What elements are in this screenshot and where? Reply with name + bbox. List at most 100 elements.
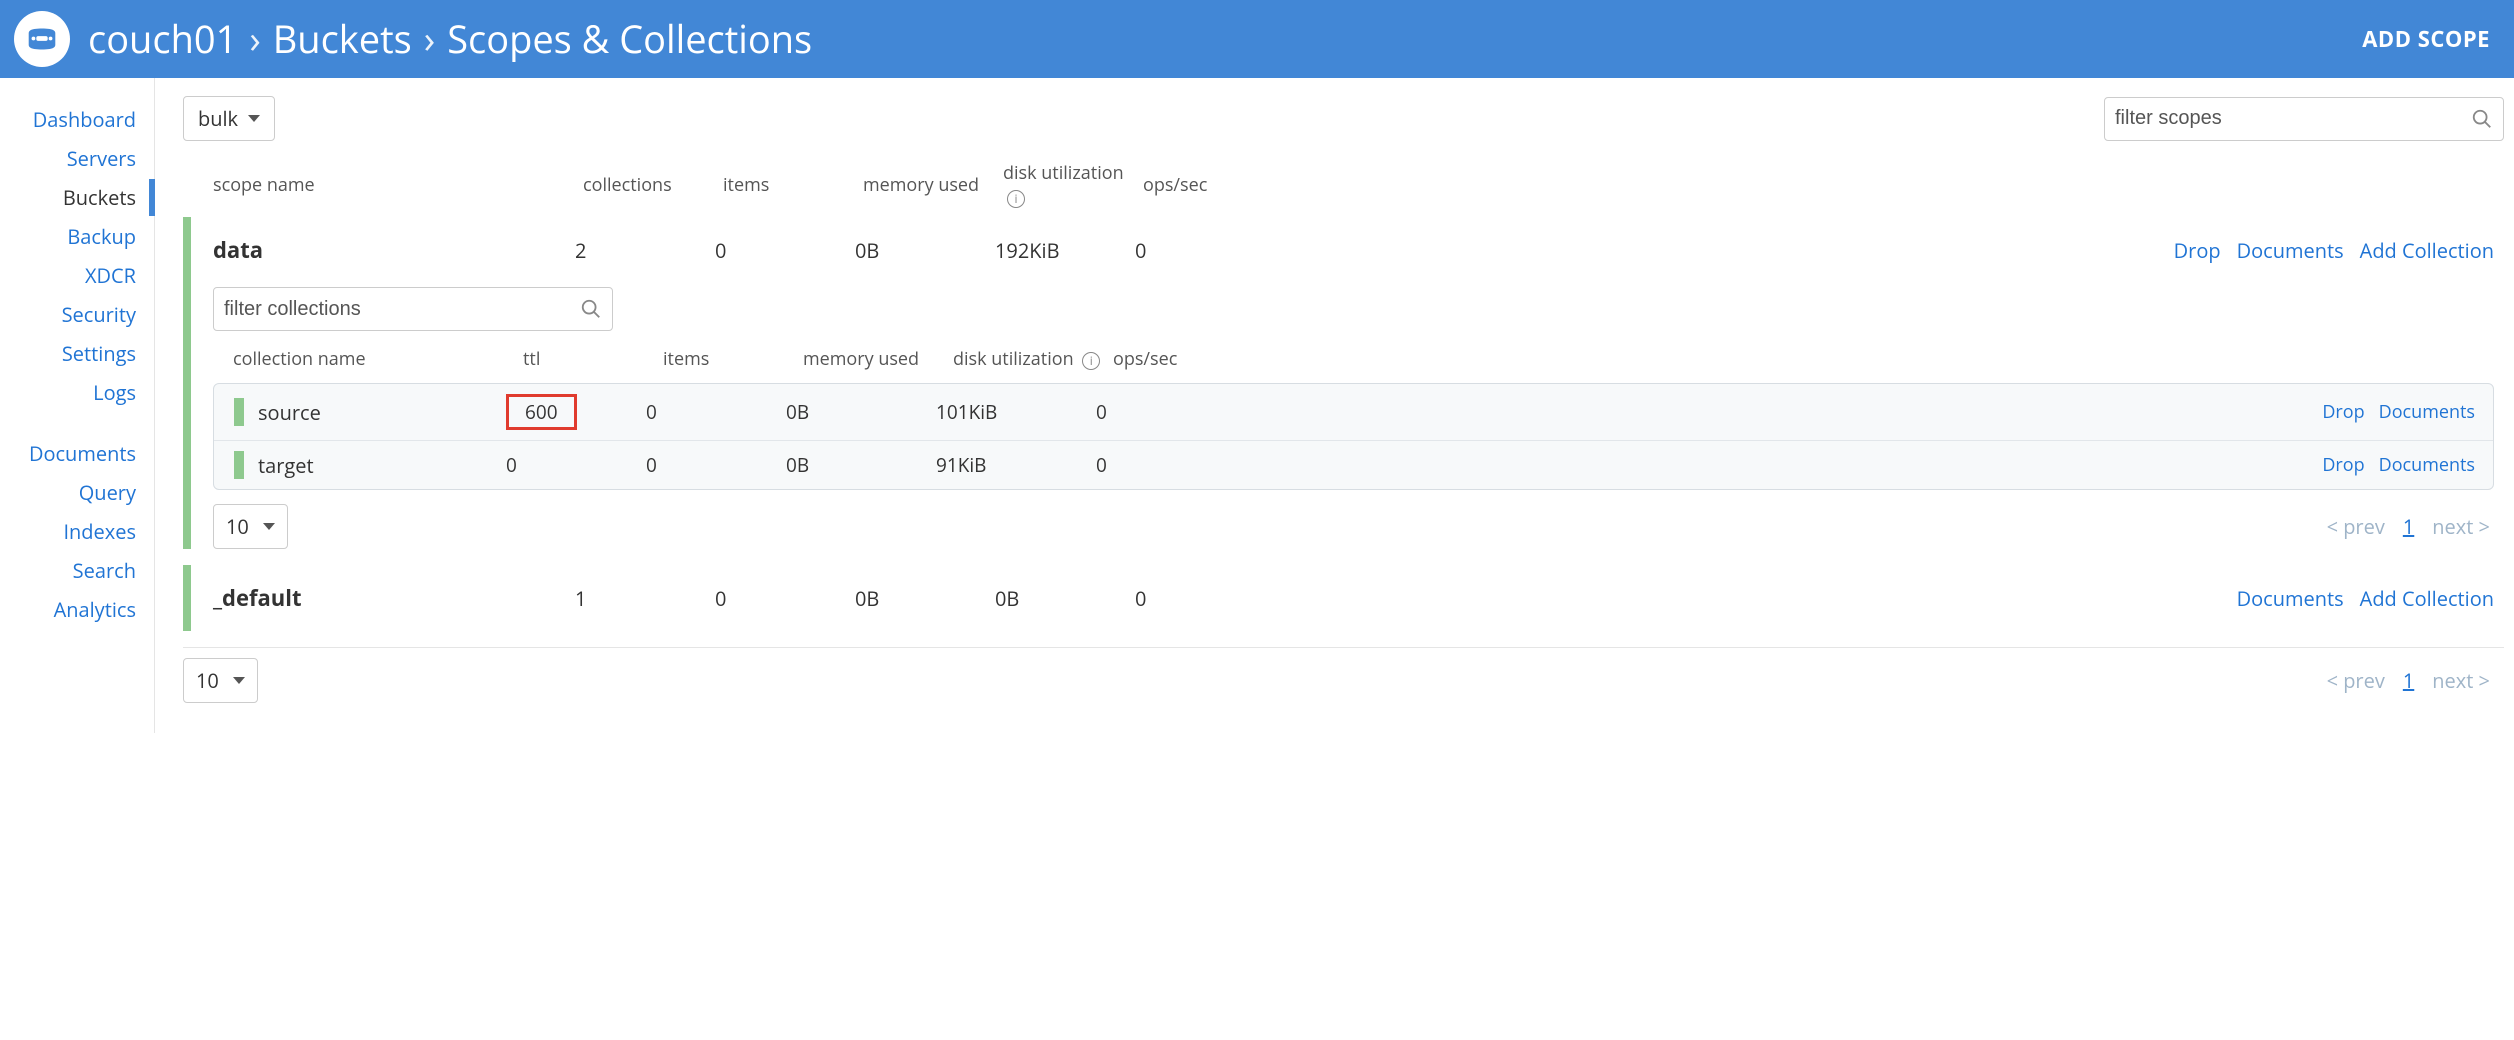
collection-drop-link[interactable]: Drop	[2322, 453, 2364, 477]
couchbase-logo	[14, 11, 70, 67]
page-size-dropdown[interactable]: 10	[183, 658, 258, 703]
sidebar-item-buckets[interactable]: Buckets	[0, 178, 154, 217]
scope-items: 0	[715, 585, 855, 612]
sidebar-item-backup[interactable]: Backup	[0, 217, 154, 256]
breadcrumb: couch01 › Buckets › Scopes & Collections	[88, 13, 812, 65]
filter-scopes-input[interactable]	[2115, 107, 2471, 130]
filter-collections-input[interactable]	[224, 298, 580, 321]
breadcrumb-node[interactable]: couch01	[88, 13, 237, 65]
scope-documents-link[interactable]: Documents	[2237, 237, 2344, 264]
collection-memory: 0B	[786, 452, 936, 478]
ccol-name: collection name	[233, 347, 523, 371]
collection-disk: 91KiB	[936, 452, 1096, 478]
scope-drop-link[interactable]: Drop	[2174, 237, 2221, 264]
main-content: bulk scope name collections items memory…	[155, 78, 2514, 733]
filter-scopes-box[interactable]	[2104, 97, 2504, 141]
scopes-pager: < prev 1 next >	[2327, 667, 2504, 694]
page-size-value: 10	[226, 513, 249, 540]
collection-ops: 0	[1096, 399, 1196, 425]
scope-items: 0	[715, 237, 855, 264]
scope-memory: 0B	[855, 237, 995, 264]
scope-documents-link[interactable]: Documents	[2237, 585, 2344, 612]
bulk-label: bulk	[198, 105, 238, 132]
sidebar-item-logs[interactable]: Logs	[0, 373, 154, 412]
pager-next[interactable]: next >	[2432, 667, 2490, 694]
ccol-memory: memory used	[803, 347, 953, 371]
scope-row[interactable]: _default 1 0 0B 0B 0 Documents Add Colle…	[191, 565, 2504, 631]
add-scope-button[interactable]: ADD SCOPE	[2362, 24, 2490, 54]
collection-memory: 0B	[786, 399, 936, 425]
caret-down-icon	[233, 677, 245, 684]
collection-drop-link[interactable]: Drop	[2322, 400, 2364, 424]
collection-items: 0	[646, 452, 786, 478]
scope-row[interactable]: data 2 0 0B 192KiB 0 Drop Documents Add …	[191, 217, 2504, 283]
collection-name: source	[258, 399, 321, 426]
sidebar-item-indexes[interactable]: Indexes	[0, 512, 154, 551]
ccol-ops: ops/sec	[1113, 347, 1213, 371]
scope-columns-header: scope name collections items memory used…	[183, 141, 2504, 217]
filter-collections-box[interactable]	[213, 287, 613, 331]
scope-memory: 0B	[855, 585, 995, 612]
search-icon	[2471, 108, 2493, 130]
col-items: items	[723, 173, 863, 197]
page-size-dropdown[interactable]: 10	[213, 504, 288, 549]
sidebar-item-servers[interactable]: Servers	[0, 139, 154, 178]
sidebar-item-analytics[interactable]: Analytics	[0, 590, 154, 629]
scope-ops: 0	[1135, 585, 1255, 612]
pager-next[interactable]: next >	[2432, 513, 2490, 540]
collection-ttl-highlighted: 600	[506, 394, 577, 430]
info-icon[interactable]: i	[1082, 352, 1100, 370]
scope-collections-count: 2	[575, 237, 715, 264]
scope-ops: 0	[1135, 237, 1255, 264]
sidebar-item-security[interactable]: Security	[0, 295, 154, 334]
bulk-dropdown[interactable]: bulk	[183, 96, 275, 141]
collection-row[interactable]: target 0 0 0B 91KiB 0 Drop Documents	[214, 441, 2493, 489]
ccol-items: items	[663, 347, 803, 371]
col-memory: memory used	[863, 173, 1003, 197]
sidebar: Dashboard Servers Buckets Backup XDCR Se…	[0, 78, 155, 733]
sidebar-item-search[interactable]: Search	[0, 551, 154, 590]
pager-page-1[interactable]: 1	[2403, 513, 2414, 540]
collection-row[interactable]: source 600 0 0B 101KiB 0 Drop Documents	[214, 384, 2493, 441]
caret-down-icon	[248, 115, 260, 122]
status-bar-icon	[234, 398, 244, 426]
sidebar-item-query[interactable]: Query	[0, 473, 154, 512]
scope-add-collection-link[interactable]: Add Collection	[2360, 585, 2494, 612]
sidebar-item-dashboard[interactable]: Dashboard	[0, 100, 154, 139]
collections-pager: < prev 1 next >	[2327, 513, 2504, 540]
info-icon[interactable]: i	[1007, 190, 1025, 208]
caret-down-icon	[263, 523, 275, 530]
chevron-right-icon: ›	[249, 13, 260, 65]
col-collections: collections	[583, 173, 723, 197]
collection-documents-link[interactable]: Documents	[2379, 400, 2475, 424]
pager-prev[interactable]: < prev	[2327, 513, 2385, 540]
sidebar-item-settings[interactable]: Settings	[0, 334, 154, 373]
scope-collections-count: 1	[575, 585, 715, 612]
scope-name: _default	[213, 583, 575, 613]
collection-columns-header: collection name ttl items memory used di…	[191, 341, 2504, 379]
scope-add-collection-link[interactable]: Add Collection	[2360, 237, 2494, 264]
breadcrumb-buckets[interactable]: Buckets	[273, 13, 412, 65]
col-disk: disk utilization i	[1003, 161, 1143, 209]
scope-disk: 0B	[995, 585, 1135, 612]
pager-page-1[interactable]: 1	[2403, 667, 2414, 694]
collections-table: source 600 0 0B 101KiB 0 Drop Documents …	[213, 383, 2494, 490]
scope-block-data: data 2 0 0B 192KiB 0 Drop Documents Add …	[183, 217, 2504, 549]
header-bar: couch01 › Buckets › Scopes & Collections…	[0, 0, 2514, 78]
page-size-value: 10	[196, 667, 219, 694]
breadcrumb-scopes: Scopes & Collections	[447, 13, 812, 65]
divider	[183, 647, 2504, 648]
status-bar-icon	[234, 451, 244, 479]
collection-disk: 101KiB	[936, 399, 1096, 425]
scope-block-default: _default 1 0 0B 0B 0 Documents Add Colle…	[183, 565, 2504, 631]
sidebar-item-xdcr[interactable]: XDCR	[0, 256, 154, 295]
ccol-disk: disk utilization i	[953, 347, 1113, 371]
sidebar-item-documents[interactable]: Documents	[0, 434, 154, 473]
pager-prev[interactable]: < prev	[2327, 667, 2385, 694]
collection-name: target	[258, 452, 314, 479]
scope-name: data	[213, 235, 575, 265]
ccol-ttl: ttl	[523, 347, 663, 371]
collection-documents-link[interactable]: Documents	[2379, 453, 2475, 477]
col-scope-name: scope name	[213, 173, 583, 197]
scope-disk: 192KiB	[995, 237, 1135, 264]
